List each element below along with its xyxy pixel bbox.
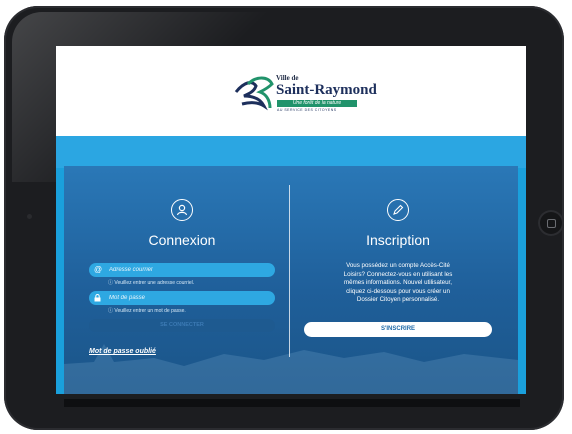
brand-name: Saint-Raymond [276,82,377,98]
email-field[interactable]: @ [89,263,275,277]
home-button[interactable] [538,210,564,236]
brand-subtitle: AU SERVICE DES CITOYENS [277,108,337,112]
login-button[interactable]: SE CONNECTER [89,319,275,332]
brand-prefix: Ville de [276,74,299,82]
lock-icon [94,291,101,307]
password-input[interactable] [109,292,259,304]
logo-mark-icon [234,76,274,111]
screen: Ville de Saint-Raymond Une forêt de la n… [56,46,526,394]
signup-title: Inscription [366,232,430,248]
forgot-password-link[interactable]: Mot de passe oublié [89,348,156,355]
user-icon [171,199,193,221]
login-title: Connexion [148,232,216,248]
header: Ville de Saint-Raymond Une forêt de la n… [56,46,526,136]
header-band [56,136,526,168]
brand-slogan: Une forêt de la nature [277,100,357,107]
at-icon: @ [94,265,103,274]
signup-description: Vous possédez un compte Accès-Cité Loisi… [343,262,453,304]
pencil-icon [387,199,409,221]
home-square-icon [547,219,556,228]
screen-bottom-edge [64,399,520,407]
email-input[interactable] [109,264,259,276]
logo: Ville de Saint-Raymond Une forêt de la n… [234,74,384,116]
password-field[interactable] [89,291,275,305]
signup-button[interactable]: S'INSCRIRE [304,322,492,337]
camera [27,214,32,219]
password-hint: ⓘ Veuillez entrer un mot de passe. [108,308,186,314]
column-divider [289,185,290,357]
email-hint: ⓘ Veuillez entrer une adresse courriel. [108,280,195,286]
